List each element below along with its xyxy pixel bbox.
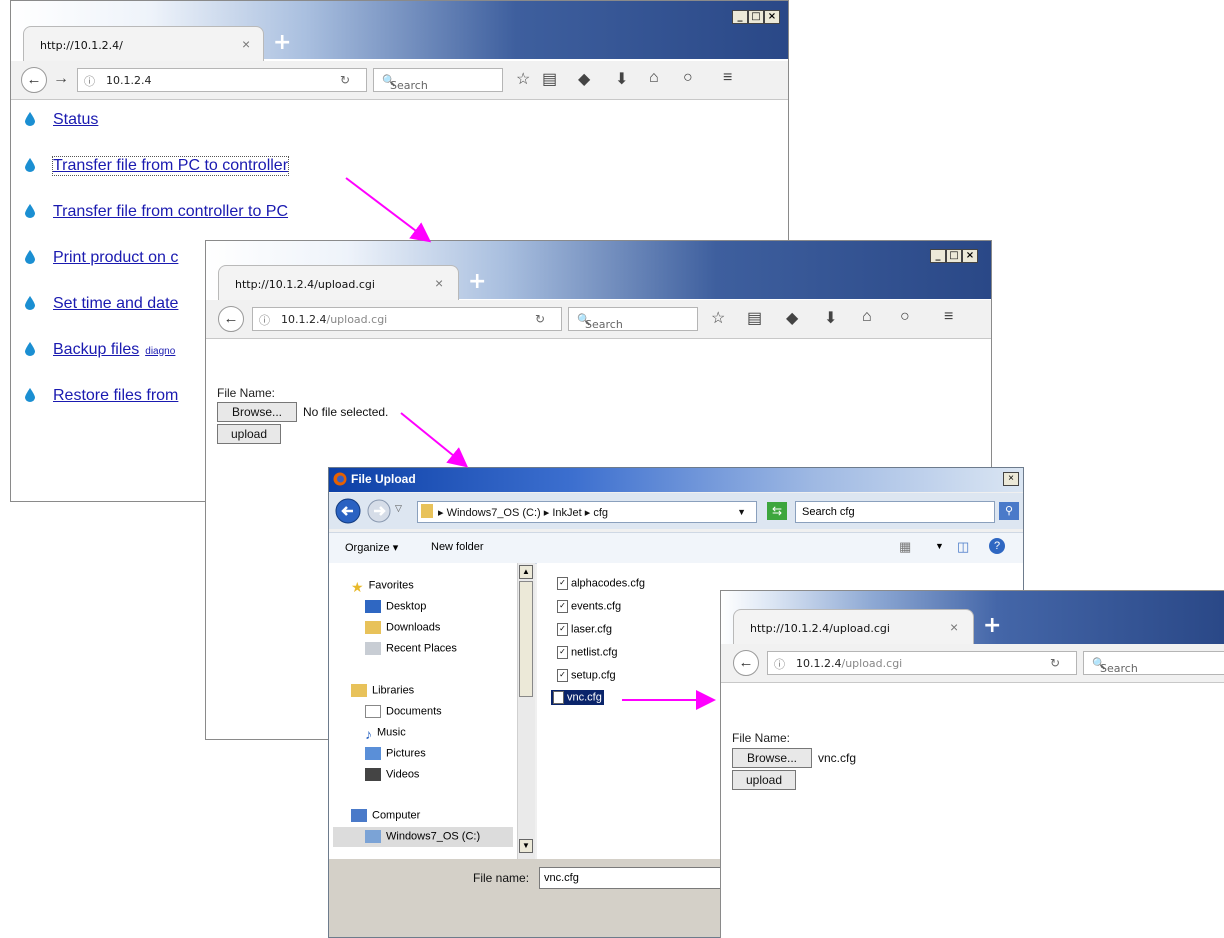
- arrow-step-1: [345, 177, 432, 243]
- arrows-overlay: [345, 177, 716, 710]
- arrow-step-2: [400, 412, 469, 468]
